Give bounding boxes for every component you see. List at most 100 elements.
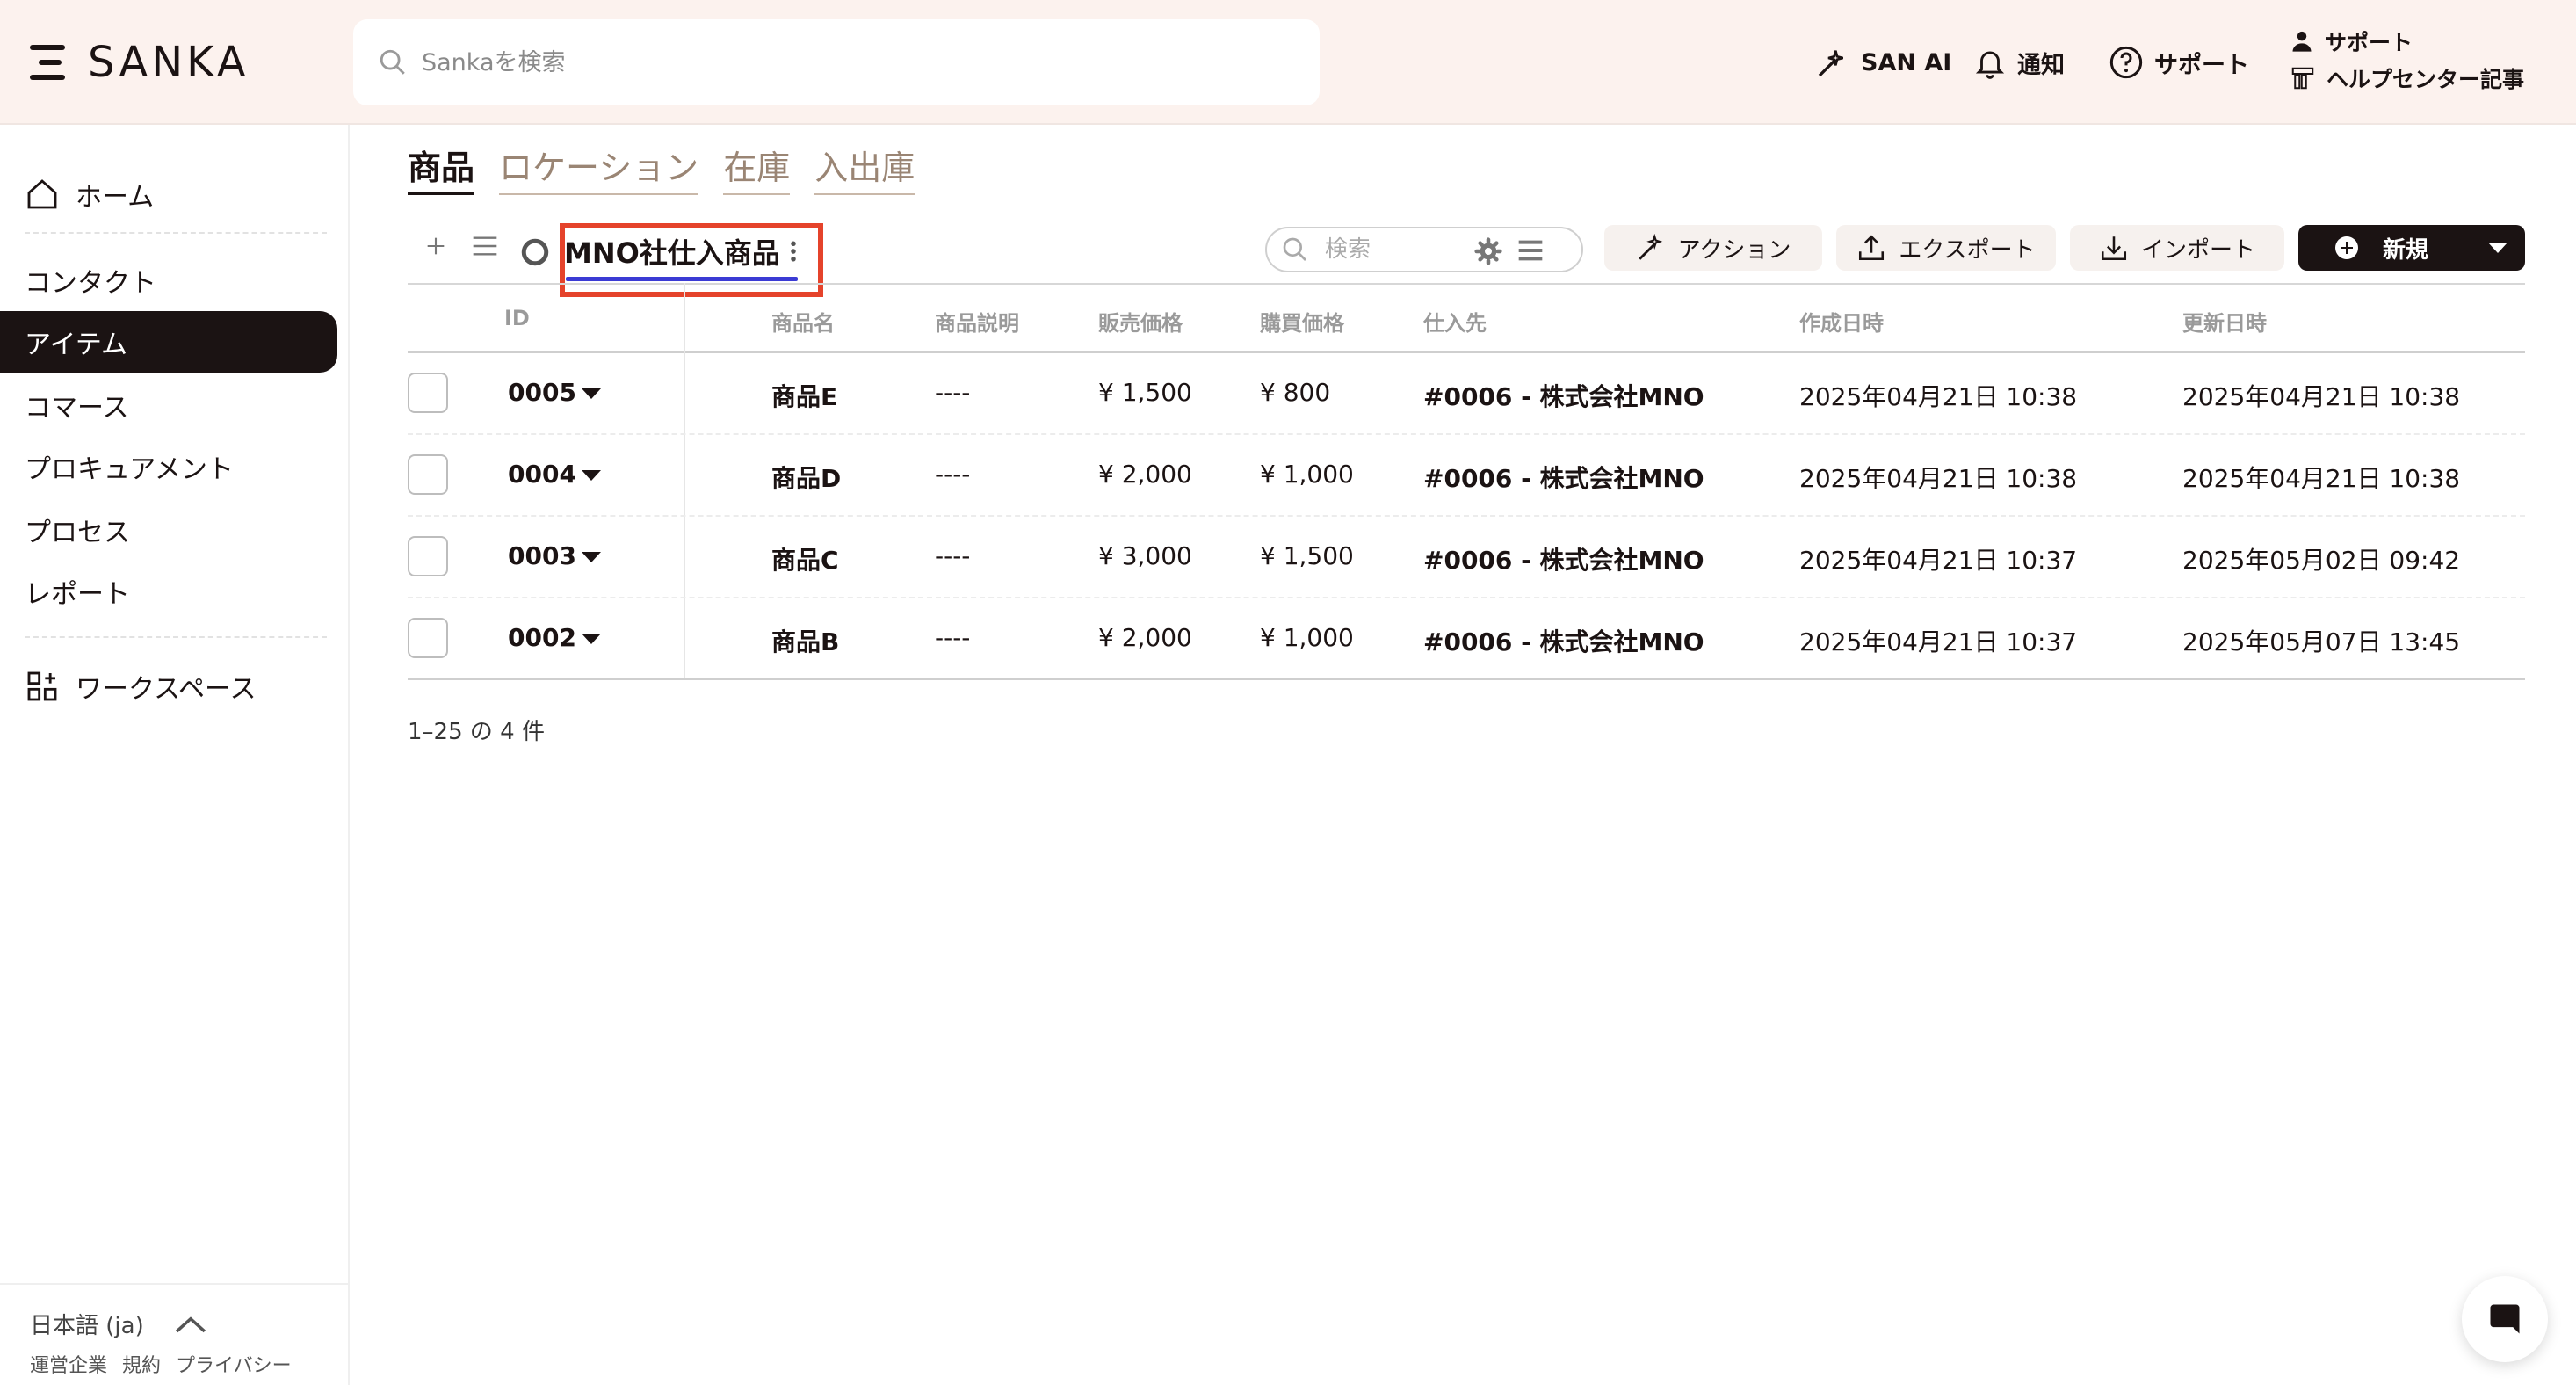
column-header-sale-price[interactable]: 販売価格 xyxy=(1098,306,1183,337)
row-purchase-price: ¥ 800 xyxy=(1260,378,1331,407)
row-name[interactable]: 商品E xyxy=(771,378,837,413)
row-purchase-price: ¥ 1,000 xyxy=(1260,460,1354,489)
table-row[interactable]: 0004 商品D ---- ¥ 2,000 ¥ 1,000 #0006 - 株式… xyxy=(408,435,2525,517)
tab-products[interactable]: 商品 xyxy=(408,141,475,195)
row-checkbox[interactable] xyxy=(408,373,448,413)
tab-inventory[interactable]: 在庫 xyxy=(723,141,791,195)
row-created: 2025年04月21日 10:37 xyxy=(1799,627,2078,656)
row-id[interactable]: 0005 xyxy=(508,378,576,407)
list-settings-icon[interactable] xyxy=(1516,237,1545,264)
row-id[interactable]: 0002 xyxy=(508,623,576,652)
column-header-updated[interactable]: 更新日時 xyxy=(2182,306,2267,337)
table-search[interactable] xyxy=(1265,227,1583,272)
row-updated: 2025年05月07日 13:45 xyxy=(2182,627,2461,656)
sidebar-divider xyxy=(25,636,327,638)
row-supplier[interactable]: #0006 - 株式会社MNO xyxy=(1423,541,1704,576)
sidebar-item-commerce[interactable]: コマース xyxy=(0,374,337,436)
chevron-down-icon[interactable] xyxy=(582,388,601,399)
global-search-input[interactable] xyxy=(422,48,1212,76)
chevron-down-icon[interactable] xyxy=(2488,243,2507,253)
column-header-supplier[interactable]: 仕入先 xyxy=(1423,306,1487,337)
workspace-icon xyxy=(27,671,57,701)
table-header: ID 商品名 商品説明 販売価格 購買価格 仕入先 作成日時 更新日時 xyxy=(408,283,2525,353)
row-updated: 2025年05月02日 09:42 xyxy=(2182,546,2461,575)
notifications-button[interactable]: 通知 xyxy=(1973,40,2065,84)
sidebar: ホーム コンタクト アイテム コマース プロキュアメント プロセス レポート ワ… xyxy=(0,125,350,1385)
new-button[interactable]: 新規 xyxy=(2298,225,2525,271)
sidebar-item-label: ワークスペース xyxy=(76,674,257,705)
sidebar-item-procurement[interactable]: プロキュアメント xyxy=(0,436,337,497)
row-name[interactable]: 商品B xyxy=(771,623,839,658)
row-id[interactable]: 0003 xyxy=(508,541,576,570)
san-ai-button[interactable]: SAN AI xyxy=(1815,40,1951,84)
tab-locations[interactable]: ロケーション xyxy=(499,141,699,195)
column-header-created[interactable]: 作成日時 xyxy=(1799,306,1884,337)
search-icon xyxy=(1283,237,1306,261)
sidebar-item-label: コンタクト xyxy=(25,268,156,299)
row-purchase-price: ¥ 1,000 xyxy=(1260,623,1354,652)
row-updated: 2025年04月21日 10:38 xyxy=(2182,382,2461,411)
row-supplier[interactable]: #0006 - 株式会社MNO xyxy=(1423,623,1704,658)
global-search[interactable] xyxy=(353,19,1320,105)
chat-button[interactable] xyxy=(2462,1276,2548,1362)
language-selector[interactable]: 日本語 (ja) xyxy=(30,1308,207,1340)
magic-wand-icon xyxy=(1638,233,1662,260)
table-row[interactable]: 0003 商品C ---- ¥ 3,000 ¥ 1,500 #0006 - 株式… xyxy=(408,517,2525,598)
column-header-id[interactable]: ID xyxy=(504,306,530,330)
export-button[interactable]: エクスポート xyxy=(1836,225,2056,271)
tab-transactions[interactable]: 入出庫 xyxy=(814,141,915,195)
support-menu[interactable]: サポート ヘルプセンター記事 xyxy=(2290,23,2562,97)
sidebar-item-process[interactable]: プロセス xyxy=(0,499,337,561)
list-icon[interactable] xyxy=(471,234,499,258)
download-icon xyxy=(2101,236,2127,261)
add-view-icon[interactable] xyxy=(423,234,448,258)
action-label: アクション xyxy=(1677,236,1791,264)
export-label: エクスポート xyxy=(1899,236,2036,264)
column-header-name[interactable]: 商品名 xyxy=(771,306,835,337)
table-row[interactable]: 0002 商品B ---- ¥ 2,000 ¥ 1,000 #0006 - 株式… xyxy=(408,598,2525,680)
sidebar-item-home[interactable]: ホーム xyxy=(0,163,337,225)
terms-link[interactable]: 規約 xyxy=(122,1355,161,1377)
row-supplier[interactable]: #0006 - 株式会社MNO xyxy=(1423,378,1704,413)
column-header-purchase-price[interactable]: 購買価格 xyxy=(1260,306,1344,337)
top-header: SANKA SAN AI 通知 サポート xyxy=(0,0,2576,125)
row-checkbox[interactable] xyxy=(408,536,448,576)
logo[interactable]: SANKA xyxy=(30,35,250,90)
table-search-input[interactable] xyxy=(1325,236,1483,263)
menu-icon[interactable] xyxy=(30,43,67,82)
table-row[interactable]: 0005 商品E ---- ¥ 1,500 ¥ 800 #0006 - 株式会社… xyxy=(408,353,2525,435)
sidebar-item-items[interactable]: アイテム xyxy=(0,311,337,373)
object-tabs: 商品 ロケーション 在庫 入出庫 xyxy=(408,141,939,195)
user-icon xyxy=(2292,31,2312,52)
row-name[interactable]: 商品D xyxy=(771,460,841,495)
row-id[interactable]: 0004 xyxy=(508,460,576,489)
support-link-label: サポート xyxy=(2325,30,2413,55)
sidebar-item-contacts[interactable]: コンタクト xyxy=(0,250,337,311)
help-center-link[interactable]: ヘルプセンター記事 xyxy=(2290,60,2562,97)
row-checkbox[interactable] xyxy=(408,618,448,658)
sidebar-footer-divider xyxy=(0,1283,350,1285)
home-icon xyxy=(27,179,57,209)
chevron-down-icon[interactable] xyxy=(582,552,601,562)
chevron-down-icon[interactable] xyxy=(582,470,601,481)
action-button[interactable]: アクション xyxy=(1604,225,1822,271)
support-link[interactable]: サポート xyxy=(2290,23,2562,60)
support-button[interactable]: サポート xyxy=(2109,40,2249,84)
privacy-link[interactable]: プライバシー xyxy=(176,1355,292,1377)
chevron-down-icon[interactable] xyxy=(582,634,601,644)
logo-text: SANKA xyxy=(88,38,250,87)
sidebar-item-workspace[interactable]: ワークスペース xyxy=(0,656,337,717)
row-created: 2025年04月21日 10:38 xyxy=(1799,464,2078,493)
row-checkbox[interactable] xyxy=(408,454,448,495)
sidebar-item-label: コマース xyxy=(25,393,129,424)
column-header-description[interactable]: 商品説明 xyxy=(935,306,1019,337)
sidebar-item-reports[interactable]: レポート xyxy=(0,561,337,622)
sidebar-item-label: ホーム xyxy=(76,182,155,213)
row-description: ---- xyxy=(935,541,971,570)
row-sale-price: ¥ 1,500 xyxy=(1098,378,1192,407)
company-link[interactable]: 運営企業 xyxy=(30,1355,107,1377)
import-button[interactable]: インポート xyxy=(2070,225,2284,271)
row-name[interactable]: 商品C xyxy=(771,541,839,576)
row-supplier[interactable]: #0006 - 株式会社MNO xyxy=(1423,460,1704,495)
gear-icon[interactable] xyxy=(1474,237,1502,265)
